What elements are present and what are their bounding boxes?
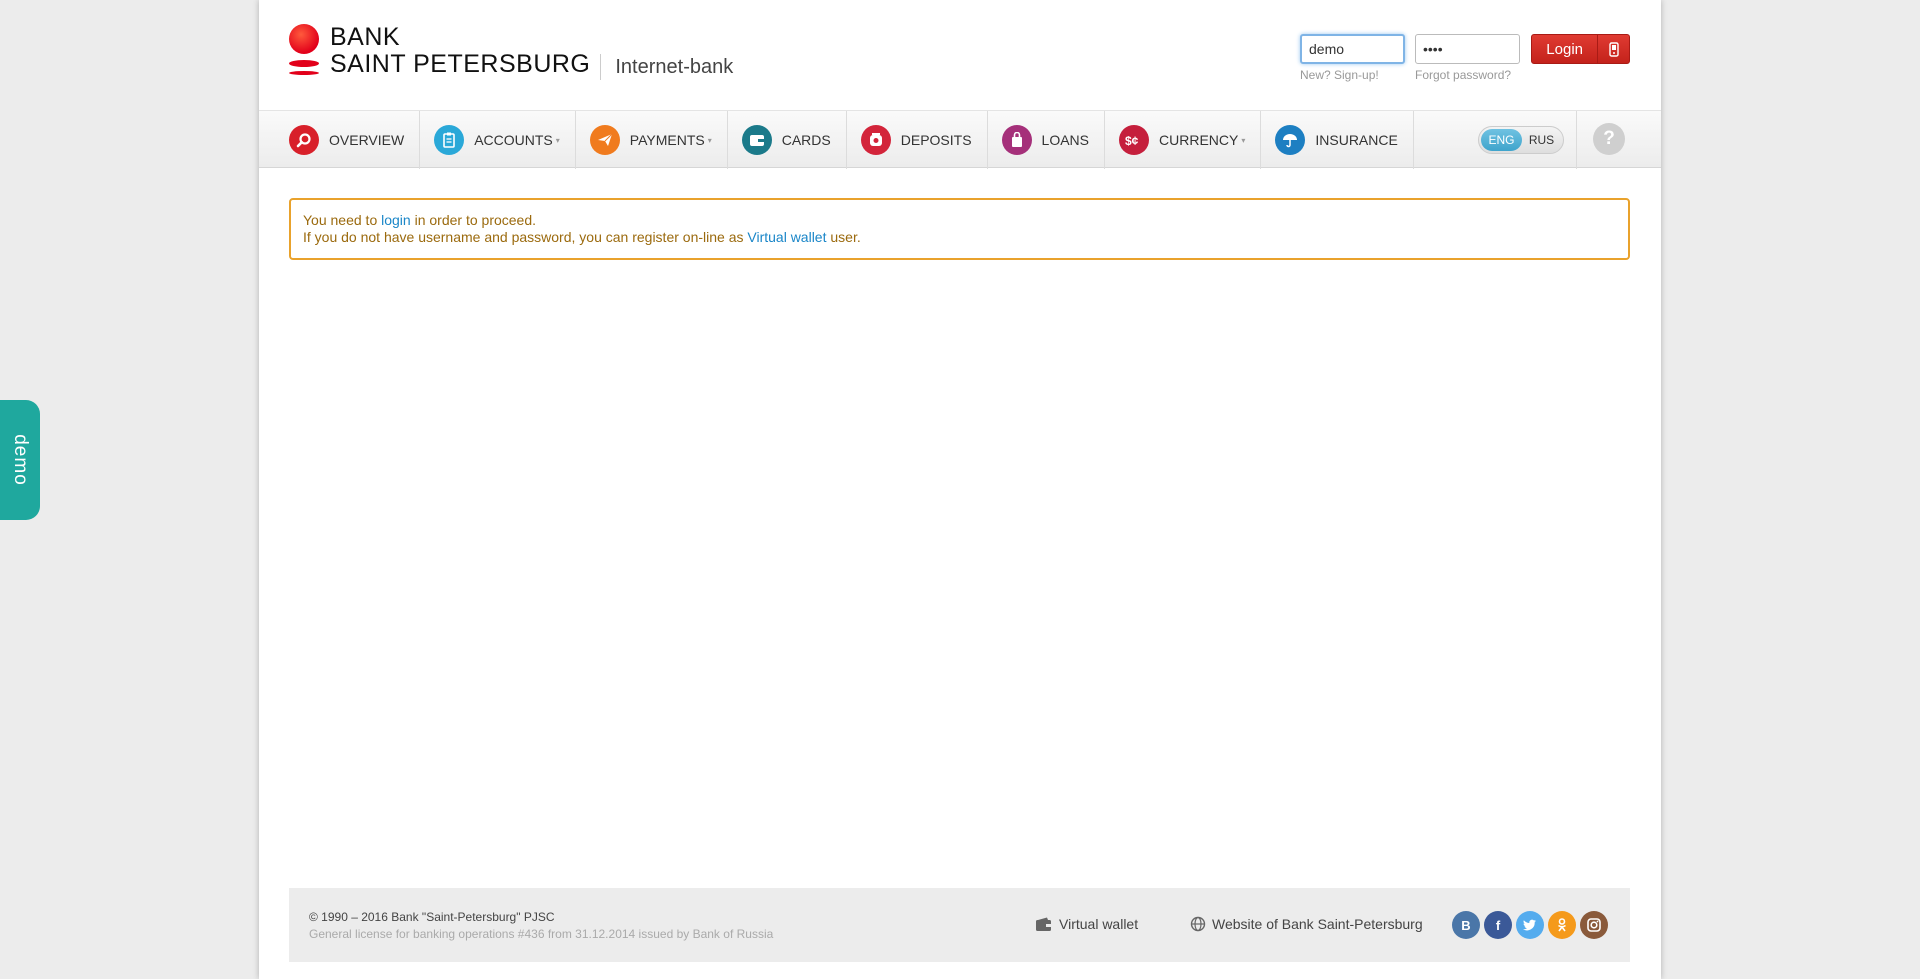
virtual-wallet-link[interactable]: Virtual wallet xyxy=(747,229,826,245)
chevron-down-icon: ▾ xyxy=(707,135,712,145)
nav-payments[interactable]: PAYMENTS ▾ xyxy=(589,111,728,169)
page-container: BANK SAINT PETERSBURG Internet-bank New?… xyxy=(259,0,1661,979)
nav-loans[interactable]: LOANS xyxy=(1001,111,1106,169)
forgot-password-link[interactable]: Forgot password? xyxy=(1415,68,1511,82)
twitter-icon[interactable] xyxy=(1516,911,1544,939)
nav-insurance-label: INSURANCE xyxy=(1315,132,1398,148)
svg-text:$¢: $¢ xyxy=(1125,134,1139,147)
chevron-down-icon: ▾ xyxy=(1241,135,1246,145)
main-nav: OVERVIEW ACCOUNTS ▾ PAYMENTS ▾ CARDS DEP… xyxy=(259,110,1661,169)
demo-tab[interactable]: demo xyxy=(0,400,40,520)
search-icon xyxy=(289,125,319,155)
alert-line1: You need to login in order to proceed. xyxy=(303,212,1616,229)
copyright: © 1990 – 2016 Bank "Saint-Petersburg" PJ… xyxy=(309,910,555,924)
alert-text: You need to xyxy=(303,212,382,228)
paper-plane-icon xyxy=(589,125,620,155)
demo-tab-label: demo xyxy=(10,434,31,486)
piggy-icon xyxy=(860,125,891,155)
nav-deposits[interactable]: DEPOSITS xyxy=(860,111,988,169)
logo-line1: BANK xyxy=(330,23,401,51)
help-icon[interactable]: ? xyxy=(1593,123,1625,155)
alert-text: If you do not have username and password… xyxy=(303,229,748,245)
nav-accounts[interactable]: ACCOUNTS ▾ xyxy=(434,111,576,169)
nav-loans-label: LOANS xyxy=(1041,132,1090,148)
login-button-label: Login xyxy=(1546,40,1583,58)
alert-text: in order to proceed. xyxy=(410,212,537,228)
logo-line2: SAINT PETERSBURG xyxy=(330,50,591,78)
signup-link[interactable]: New? Sign-up! xyxy=(1300,68,1379,82)
footer-website-label: Website of Bank Saint-Petersburg xyxy=(1212,916,1423,932)
alert-line2: If you do not have username and password… xyxy=(303,229,1616,246)
footer-virtual-wallet-link[interactable]: Virtual wallet xyxy=(1035,916,1138,932)
lang-rus[interactable]: RUS xyxy=(1522,133,1561,147)
nav-divider xyxy=(1576,111,1577,169)
wallet-icon xyxy=(741,125,772,155)
wallet-icon xyxy=(1036,917,1051,931)
logo-mark-icon xyxy=(289,24,319,79)
facebook-icon[interactable]: f xyxy=(1484,911,1512,939)
login-form: New? Sign-up! Forgot password? Login xyxy=(1300,34,1630,94)
odnoklassniki-icon[interactable] xyxy=(1548,911,1576,939)
nav-cards-label: CARDS xyxy=(781,132,831,148)
password-input[interactable] xyxy=(1415,34,1520,64)
logo-subtitle: Internet-bank xyxy=(600,54,733,80)
globe-icon xyxy=(1190,916,1206,932)
login-link[interactable]: login xyxy=(381,212,411,228)
lang-eng[interactable]: ENG xyxy=(1481,129,1522,151)
login-required-alert: You need to login in order to proceed. I… xyxy=(289,198,1630,260)
bag-icon xyxy=(1001,125,1032,155)
alert-text: user. xyxy=(826,229,861,245)
currency-icon: $¢ xyxy=(1119,125,1150,155)
nav-overview-label: OVERVIEW xyxy=(329,132,405,148)
nav-currency-label: CURRENCY xyxy=(1159,132,1239,148)
username-input[interactable] xyxy=(1300,34,1405,64)
clipboard-icon xyxy=(434,125,465,155)
footer-virtual-wallet-label: Virtual wallet xyxy=(1059,916,1139,932)
instagram-icon[interactable] xyxy=(1580,911,1608,939)
chevron-down-icon: ▾ xyxy=(555,135,560,145)
bank-logo[interactable]: BANK SAINT PETERSBURG Internet-bank xyxy=(289,24,733,80)
umbrella-icon xyxy=(1275,125,1306,155)
nav-cards[interactable]: CARDS xyxy=(741,111,847,169)
login-button[interactable]: Login xyxy=(1531,34,1630,64)
vk-icon[interactable]: B xyxy=(1452,911,1480,939)
social-links: B f xyxy=(1452,911,1612,939)
language-switch[interactable]: ENG RUS xyxy=(1478,126,1564,154)
footer-website-link[interactable]: Website of Bank Saint-Petersburg xyxy=(1190,916,1423,932)
nav-deposits-label: DEPOSITS xyxy=(900,132,972,148)
nav-insurance[interactable]: INSURANCE xyxy=(1275,111,1414,169)
logo-text: BANK SAINT PETERSBURG xyxy=(330,24,590,78)
footer: © 1990 – 2016 Bank "Saint-Petersburg" PJ… xyxy=(289,888,1630,962)
nav-currency[interactable]: $¢ CURRENCY ▾ xyxy=(1119,111,1262,169)
license-text: General license for banking operations #… xyxy=(309,927,774,941)
nav-accounts-label: ACCOUNTS xyxy=(474,132,553,148)
mobile-login-icon[interactable] xyxy=(1597,35,1629,63)
nav-overview[interactable]: OVERVIEW xyxy=(289,111,421,169)
nav-payments-label: PAYMENTS xyxy=(629,132,705,148)
